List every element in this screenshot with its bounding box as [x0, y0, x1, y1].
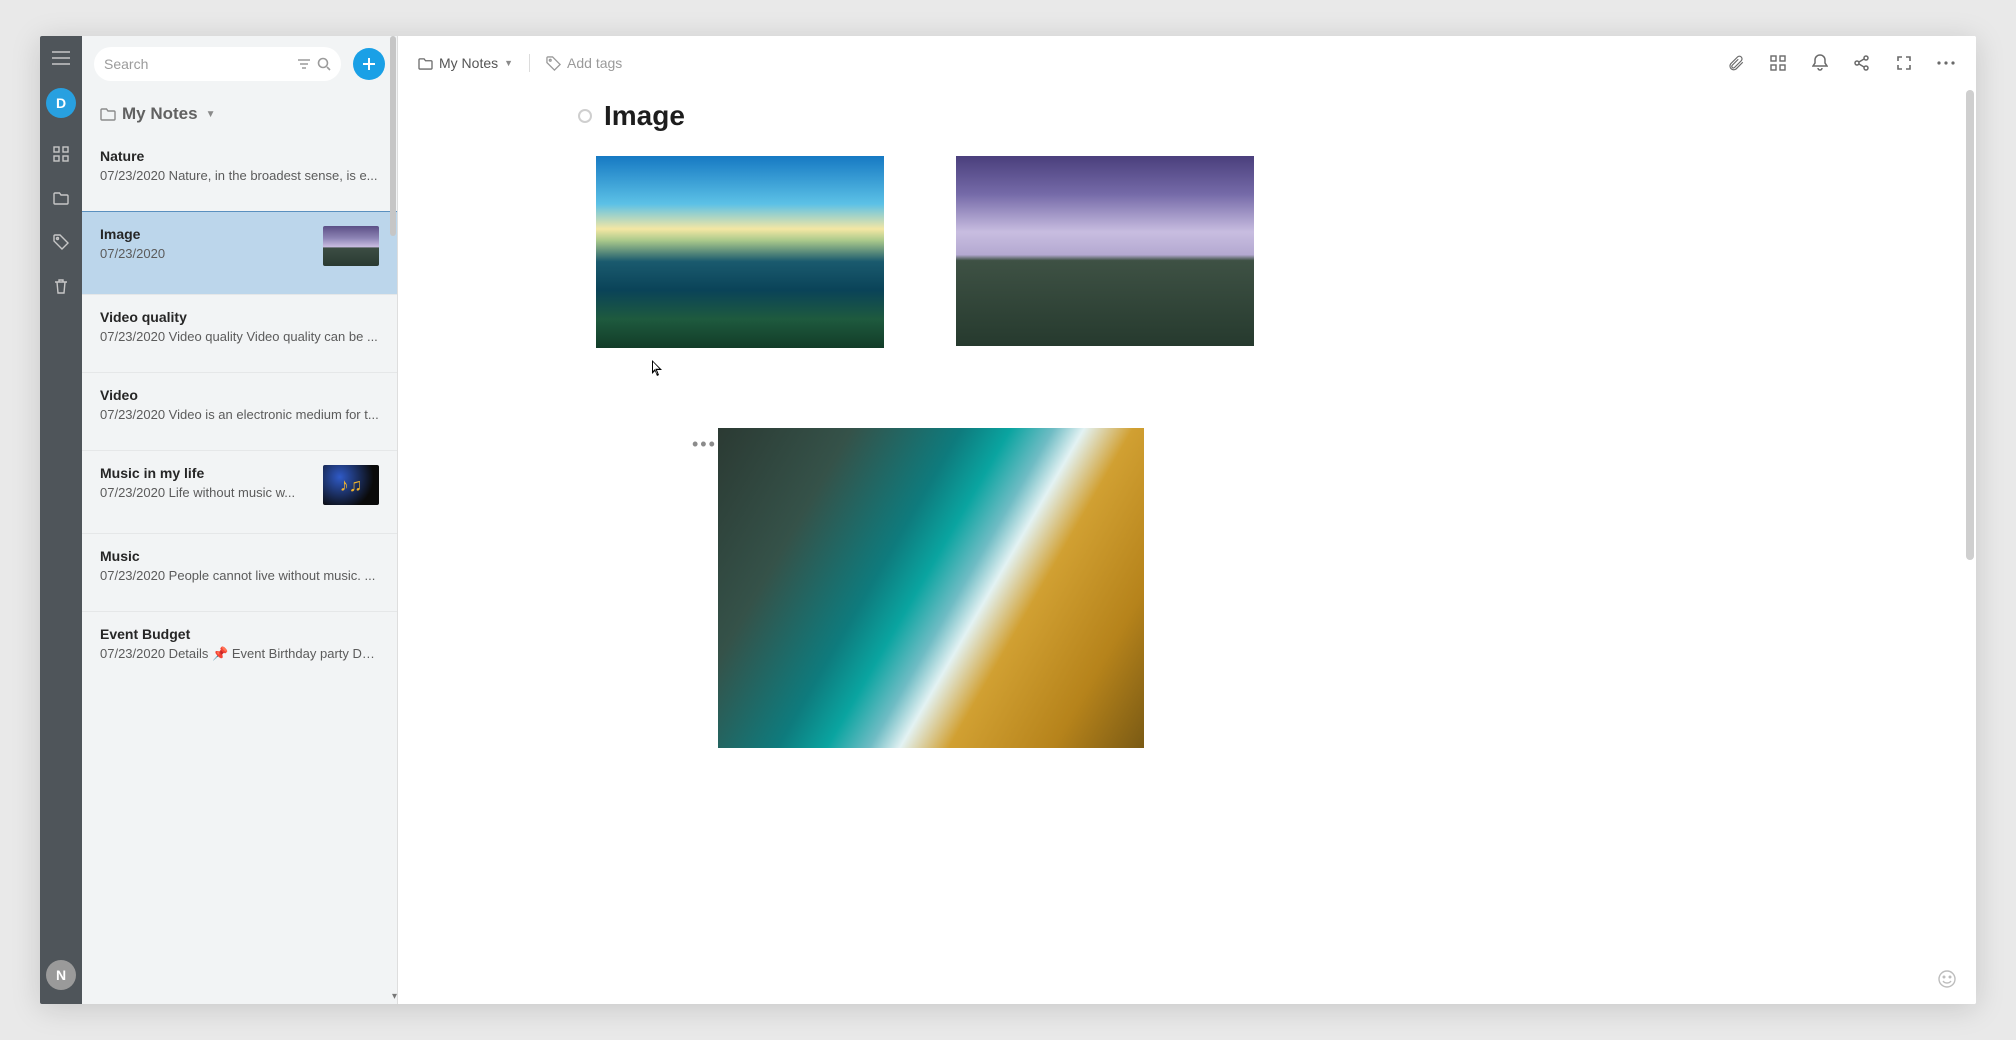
block-handle[interactable]: •••	[692, 434, 717, 455]
image-block-3[interactable]	[718, 428, 1936, 748]
note-title: Nature	[100, 148, 379, 164]
folder-selector[interactable]: My Notes ▼	[82, 92, 397, 134]
image-block-1[interactable]	[596, 156, 884, 348]
note-thumbnail	[323, 465, 379, 505]
note-meta: 07/23/2020 People cannot live without mu…	[100, 568, 379, 583]
note-title: Event Budget	[100, 626, 379, 642]
note-item[interactable]: Image 07/23/2020	[82, 211, 397, 295]
chevron-down-icon: ▼	[504, 58, 513, 68]
share-button[interactable]	[1852, 53, 1872, 73]
note-meta: 07/23/2020 Video quality Video quality c…	[100, 329, 379, 344]
image-block-2[interactable]	[956, 156, 1254, 348]
folder-icon	[418, 57, 433, 70]
note-item[interactable]: Video 07/23/2020 Video is an electronic m…	[82, 372, 397, 450]
nav-rail: D N	[40, 36, 82, 1004]
apps-button[interactable]	[1768, 53, 1788, 73]
task-checkbox[interactable]	[578, 109, 592, 123]
nav-tags[interactable]	[40, 220, 82, 264]
grid-icon	[1770, 55, 1786, 71]
note-meta: 07/23/2020 Details 📌 Event Birthday part…	[100, 646, 379, 662]
breadcrumb[interactable]: My Notes ▼	[418, 55, 513, 71]
note-title: Video quality	[100, 309, 379, 325]
folder-label: My Notes	[122, 104, 198, 124]
secondary-avatar[interactable]: N	[46, 960, 76, 990]
note-list-panel: My Notes ▼ Nature 07/23/2020 Nature, in t…	[82, 36, 398, 1004]
app-window: D N	[40, 36, 1976, 1004]
expand-icon	[1896, 55, 1912, 71]
editor-toolbar: My Notes ▼ Add tags	[398, 36, 1976, 90]
breadcrumb-label: My Notes	[439, 55, 498, 71]
note-title: Music in my life	[100, 465, 311, 481]
new-note-button[interactable]	[353, 48, 385, 80]
tag-icon	[53, 234, 69, 250]
fullscreen-button[interactable]	[1894, 53, 1914, 73]
scroll-down-icon[interactable]: ▾	[392, 991, 397, 1002]
editor-body[interactable]: Image •••	[398, 90, 1976, 1004]
folder-icon	[100, 107, 116, 121]
toolbar-separator	[529, 54, 530, 72]
note-item[interactable]: Music 07/23/2020 People cannot live witho…	[82, 533, 397, 611]
attachment-button[interactable]	[1726, 53, 1746, 73]
share-icon	[1854, 55, 1870, 71]
lake-thumbnail-icon	[323, 226, 379, 266]
list-header	[82, 36, 397, 92]
user-avatar[interactable]: D	[46, 88, 76, 118]
hamburger-menu-button[interactable]	[40, 36, 82, 80]
nav-dashboard[interactable]	[40, 132, 82, 176]
mountain-lake-image-icon	[718, 428, 1144, 748]
more-horizontal-icon	[1937, 61, 1955, 65]
note-item[interactable]: Event Budget 07/23/2020 Details 📌 Event B…	[82, 611, 397, 690]
bell-icon	[1812, 54, 1828, 72]
user-avatar-letter: D	[56, 95, 66, 111]
note-meta: 07/23/2020 Life without music w...	[100, 485, 311, 500]
note-thumbnail	[323, 226, 379, 266]
note-meta: 07/23/2020 Video is an electronic medium…	[100, 407, 379, 422]
search-icon[interactable]	[317, 57, 331, 71]
search-input[interactable]	[104, 56, 291, 72]
plus-icon	[361, 56, 377, 72]
add-tags-label: Add tags	[567, 55, 622, 71]
hamburger-icon	[52, 51, 70, 65]
tag-icon	[546, 56, 561, 71]
note-list[interactable]: Nature 07/23/2020 Nature, in the broadest…	[82, 134, 397, 1004]
editor-scrollbar[interactable]	[1964, 90, 1974, 1002]
filter-icon[interactable]	[297, 58, 311, 70]
note-item[interactable]: Music in my life 07/23/2020 Life without …	[82, 450, 397, 533]
note-title: Image	[100, 226, 311, 242]
note-item[interactable]: Nature 07/23/2020 Nature, in the broadest…	[82, 134, 397, 211]
search-field[interactable]	[94, 47, 341, 81]
secondary-avatar-letter: N	[56, 967, 66, 983]
nav-folders[interactable]	[40, 176, 82, 220]
music-thumbnail-icon	[323, 465, 379, 505]
note-meta: 07/23/2020	[100, 246, 311, 261]
note-meta: 07/23/2020 Nature, in the broadest sense…	[100, 168, 379, 183]
scrollbar-thumb[interactable]	[390, 36, 396, 236]
more-button[interactable]	[1936, 53, 1956, 73]
emoji-button[interactable]	[1936, 968, 1958, 990]
grid-icon	[53, 146, 69, 162]
scrollbar-thumb[interactable]	[1966, 90, 1974, 560]
chevron-down-icon: ▼	[206, 109, 216, 120]
nav-trash[interactable]	[40, 264, 82, 308]
reminder-button[interactable]	[1810, 53, 1830, 73]
trash-icon	[54, 278, 68, 294]
list-scrollbar[interactable]: ▾	[389, 36, 397, 1004]
mouse-cursor-icon	[652, 360, 664, 378]
lake-image-icon	[956, 156, 1254, 346]
smile-icon	[1937, 969, 1957, 989]
document-title[interactable]: Image	[604, 100, 685, 132]
landscape-image-icon	[596, 156, 884, 348]
note-title: Music	[100, 548, 379, 564]
folder-icon	[53, 191, 69, 205]
note-item[interactable]: Video quality 07/23/2020 Video quality Vi…	[82, 294, 397, 372]
paperclip-icon	[1727, 54, 1745, 72]
add-tags-button[interactable]: Add tags	[546, 55, 622, 71]
note-title: Video	[100, 387, 379, 403]
editor-pane: My Notes ▼ Add tags	[398, 36, 1976, 1004]
